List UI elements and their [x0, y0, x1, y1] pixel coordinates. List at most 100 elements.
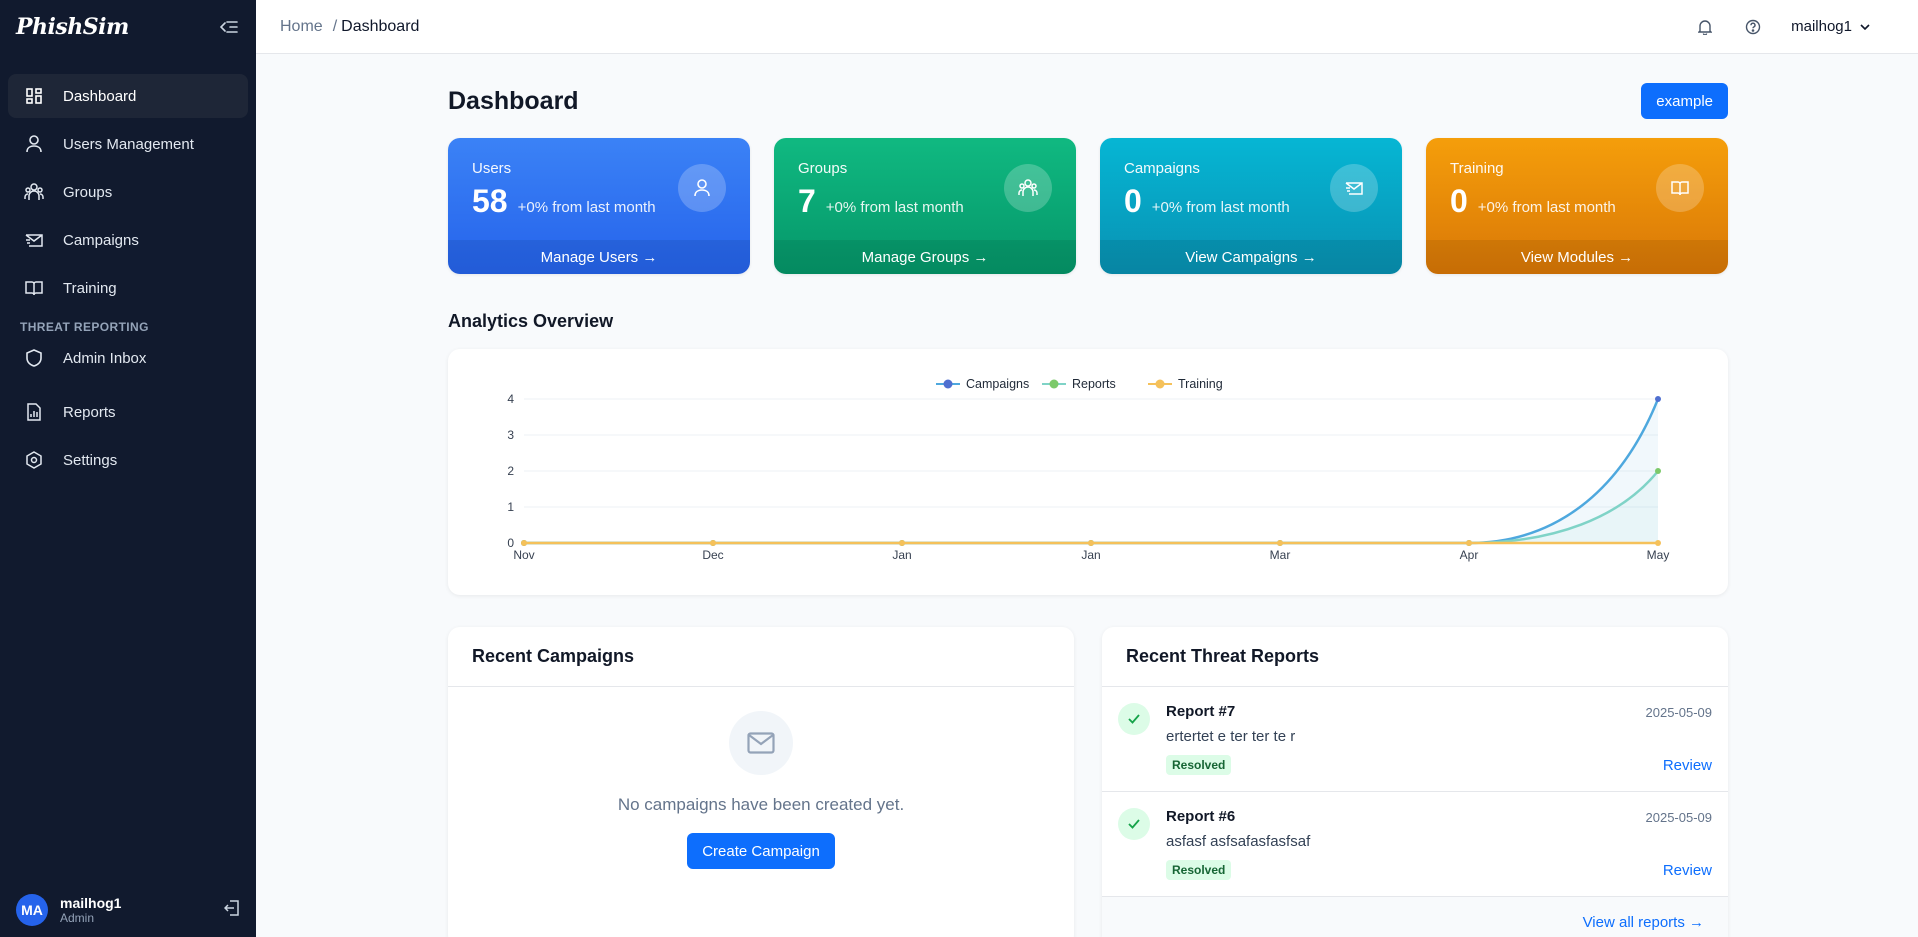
- user-menu-label: mailhog1: [1791, 18, 1852, 35]
- shield-icon: [24, 348, 44, 368]
- sidebar-item-campaigns[interactable]: Campaigns: [8, 218, 248, 262]
- sidebar-nav: Dashboard Users Management Groups Campai…: [0, 54, 256, 482]
- report-chart-icon: [24, 402, 44, 422]
- collapse-sidebar-icon[interactable]: [218, 16, 240, 38]
- breadcrumb-home[interactable]: Home: [280, 18, 323, 35]
- book-icon: [24, 278, 44, 298]
- sidebar-item-reports[interactable]: Reports: [8, 390, 248, 434]
- manage-groups-link[interactable]: Manage Groups →: [774, 240, 1076, 274]
- breadcrumb: Home / Dashboard: [280, 18, 1695, 36]
- x-tick-label: Dec: [702, 548, 723, 562]
- legend-marker: [943, 379, 953, 389]
- help-icon[interactable]: [1743, 17, 1763, 37]
- status-badge: Resolved: [1166, 860, 1232, 880]
- recent-campaigns-card: Recent Campaigns No campaigns have been …: [448, 627, 1074, 937]
- brand-logo: PhishSim: [16, 14, 129, 40]
- sidebar-item-label: Admin Inbox: [63, 349, 147, 367]
- list-item[interactable]: Report #7 ertertet e ter ter te r Resolv…: [1102, 687, 1728, 792]
- sidebar-item-settings[interactable]: Settings: [8, 438, 248, 482]
- stat-value: 0: [1450, 183, 1468, 219]
- check-icon: [1118, 808, 1150, 840]
- avatar[interactable]: MA: [16, 894, 48, 926]
- x-tick-label: Jan: [892, 548, 911, 562]
- data-point-training: [1088, 540, 1094, 546]
- groups-icon: [24, 182, 44, 202]
- data-point-training: [1466, 540, 1472, 546]
- settings-icon: [24, 450, 44, 470]
- stat-value: 58: [472, 183, 508, 219]
- stats-row: Users 58 +0% from last month Manage User…: [448, 138, 1728, 274]
- user-icon: [24, 134, 44, 154]
- x-tick-label: Mar: [1270, 548, 1291, 562]
- sidebar-item-users-management[interactable]: Users Management: [8, 122, 248, 166]
- logout-icon[interactable]: [223, 899, 240, 921]
- x-tick-label: May: [1647, 548, 1670, 562]
- dashboard-icon: [24, 86, 44, 106]
- x-tick-label: Jan: [1081, 548, 1100, 562]
- brand-bar: PhishSim: [0, 0, 256, 54]
- example-button[interactable]: example: [1641, 83, 1728, 119]
- sidebar-item-dashboard[interactable]: Dashboard: [8, 74, 248, 118]
- y-tick-label: 4: [507, 392, 514, 406]
- review-link[interactable]: Review: [1663, 757, 1712, 774]
- stat-value: 7: [798, 183, 816, 219]
- view-modules-link[interactable]: View Modules →: [1426, 240, 1728, 274]
- data-point-training: [899, 540, 905, 546]
- recent-threat-reports-card: Recent Threat Reports Report #7 ertertet…: [1102, 627, 1728, 937]
- mail-icon: [729, 711, 793, 775]
- sidebar-item-label: Campaigns: [63, 231, 139, 249]
- bell-icon[interactable]: [1695, 17, 1715, 37]
- page-title: Dashboard: [448, 86, 579, 115]
- stat-card-training: Training 0 +0% from last month View Modu…: [1426, 138, 1728, 274]
- data-point-training: [1655, 540, 1661, 546]
- legend-label: Campaigns: [966, 377, 1029, 391]
- sidebar-item-label: Users Management: [63, 135, 194, 153]
- data-point-training: [710, 540, 716, 546]
- stat-delta: +0% from last month: [517, 199, 656, 216]
- data-point-reports: [1655, 468, 1661, 474]
- breadcrumb-current: Dashboard: [341, 17, 420, 35]
- stat-delta: +0% from last month: [825, 199, 964, 216]
- view-campaigns-link[interactable]: View Campaigns →: [1100, 240, 1402, 274]
- nav-section-threat-reporting: THREAT REPORTING: [20, 320, 149, 334]
- analytics-chart: 01234Nov Dec Jan Jan Mar Apr MayCampaigns Repor…: [507, 377, 1670, 562]
- y-tick-label: 1: [507, 500, 514, 514]
- create-campaign-button[interactable]: Create Campaign: [687, 833, 835, 869]
- main-content: Dashboard example Users 58 +0% from last…: [448, 54, 1728, 937]
- topbar: Home / Dashboard mailhog1: [256, 0, 1918, 54]
- manage-users-link[interactable]: Manage Users →: [448, 240, 750, 274]
- sidebar-item-label: Dashboard: [63, 87, 137, 105]
- check-icon: [1118, 703, 1150, 735]
- stat-delta: +0% from last month: [1477, 199, 1616, 216]
- report-description: asfasf asfsafasfasfsaf: [1166, 833, 1311, 850]
- x-tick-label: Apr: [1460, 548, 1479, 562]
- stat-card-users: Users 58 +0% from last month Manage User…: [448, 138, 750, 274]
- sidebar-item-admin-inbox[interactable]: Admin Inbox: [8, 336, 248, 380]
- list-item[interactable]: Report #6 asfasf asfsafasfasfsaf Resolve…: [1102, 792, 1728, 897]
- stat-value: 0: [1124, 183, 1142, 219]
- user-name: mailhog1: [60, 895, 122, 911]
- data-point-campaigns: [1655, 396, 1661, 402]
- sidebar-item-label: Reports: [63, 403, 116, 421]
- sidebar-item-training[interactable]: Training: [8, 266, 248, 310]
- recent-campaigns-title: Recent Campaigns: [448, 627, 1074, 687]
- report-description: ertertet e ter ter te r: [1166, 728, 1296, 745]
- report-date: 2025-05-09: [1645, 705, 1713, 720]
- review-link[interactable]: Review: [1663, 862, 1712, 879]
- legend-marker: [1155, 379, 1165, 389]
- user-menu[interactable]: mailhog1: [1791, 18, 1870, 35]
- stat-card-groups: Groups 7 +0% from last month Manage Grou…: [774, 138, 1076, 274]
- y-tick-label: 2: [507, 464, 514, 478]
- y-tick-label: 3: [507, 428, 514, 442]
- legend-marker: [1049, 379, 1059, 389]
- sidebar-user: MA mailhog1 Admin: [0, 883, 256, 937]
- breadcrumb-separator: /: [332, 17, 338, 35]
- analytics-title: Analytics Overview: [448, 311, 614, 331]
- view-all-reports-link[interactable]: View all reports →: [1102, 897, 1728, 937]
- book-icon: [1656, 164, 1704, 212]
- stat-delta: +0% from last month: [1151, 199, 1290, 216]
- status-badge: Resolved: [1166, 755, 1232, 775]
- report-title: Report #6: [1166, 808, 1236, 825]
- chevron-down-icon: [1860, 23, 1870, 30]
- sidebar-item-groups[interactable]: Groups: [8, 170, 248, 214]
